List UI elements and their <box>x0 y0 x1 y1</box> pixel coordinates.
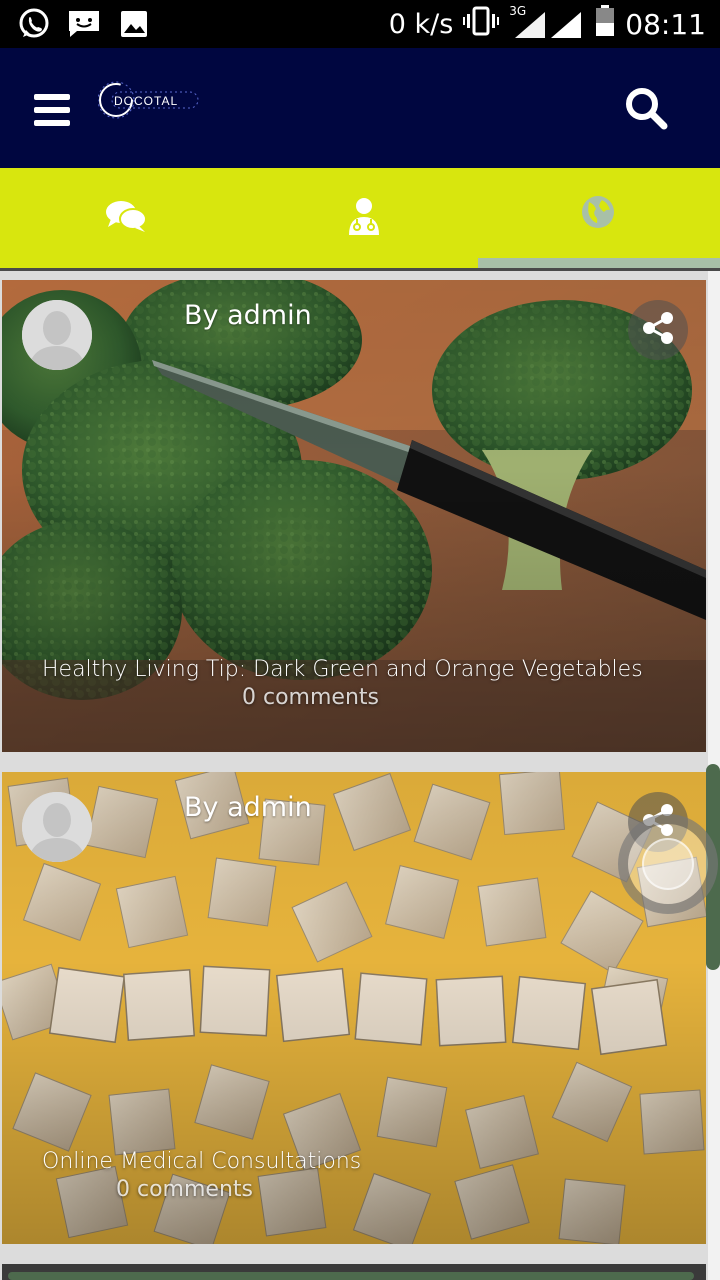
active-tab-indicator <box>478 258 720 268</box>
post-author: By admin <box>184 792 312 823</box>
post-author: By admin <box>184 300 312 331</box>
share-button[interactable] <box>628 300 688 360</box>
share-icon <box>640 310 676 350</box>
post-comments-count[interactable]: 0 comments <box>116 1177 253 1202</box>
post-feed[interactable]: By admin Healthy Living Tip: Dark Green … <box>0 271 720 1280</box>
signal-icon: 3G <box>509 4 585 40</box>
tab-doctors[interactable] <box>244 168 484 268</box>
tab-bar <box>0 168 720 268</box>
post-title[interactable]: Online Medical Consultations <box>42 1149 361 1174</box>
logo-text: DOCOTAL <box>114 94 179 108</box>
post-title[interactable]: Healthy Living Tip: Dark Green and Orang… <box>42 657 643 682</box>
network-speed: 0 k/s <box>388 8 454 40</box>
whatsapp-icon <box>16 6 52 42</box>
clock: 08:11 <box>625 7 706 41</box>
touch-indicator <box>618 814 718 914</box>
horizontal-scrollbar <box>8 1272 694 1280</box>
app-logo: DOCOTAL <box>98 78 202 124</box>
doctor-icon <box>347 197 381 239</box>
chat-bubbles-icon <box>105 199 147 237</box>
tab-news[interactable] <box>478 168 718 268</box>
author-avatar[interactable] <box>22 792 92 862</box>
status-bar: 0 k/s 3G 08:11 <box>0 0 720 48</box>
app-bar: DOCOTAL <box>0 48 720 168</box>
vibrate-icon <box>463 6 500 43</box>
message-icon <box>66 6 102 42</box>
hamburger-icon[interactable] <box>34 94 72 126</box>
tab-chats[interactable] <box>6 168 246 268</box>
battery-icon <box>595 4 615 44</box>
globe-icon <box>580 194 616 234</box>
post-card[interactable]: By admin Healthy Living Tip: Dark Green … <box>2 280 706 752</box>
author-avatar[interactable] <box>22 300 92 370</box>
search-icon[interactable] <box>624 86 670 132</box>
post-comments-count[interactable]: 0 comments <box>242 685 379 710</box>
image-icon <box>116 6 152 42</box>
post-card[interactable]: By admin Online Medical Consultations 0 … <box>2 772 706 1244</box>
